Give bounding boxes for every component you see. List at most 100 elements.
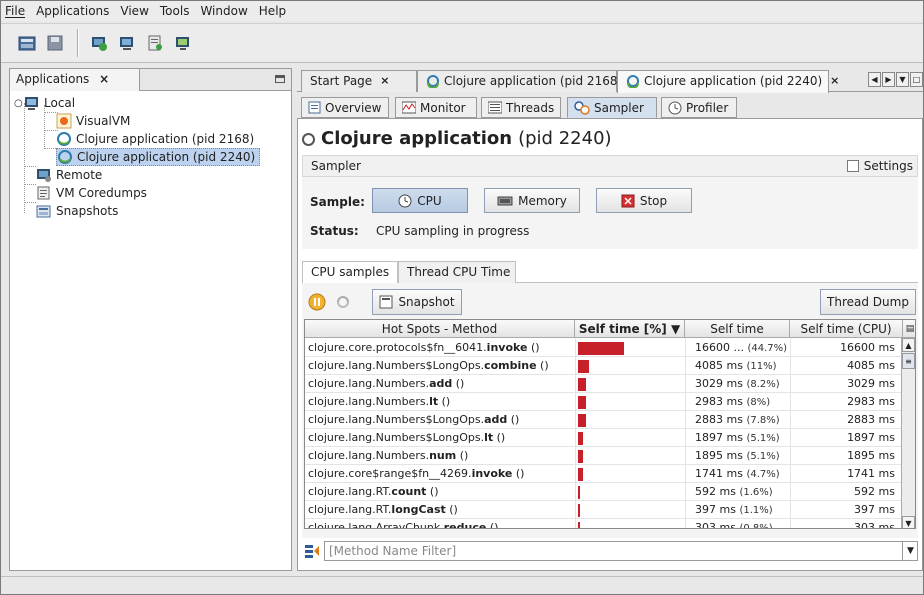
- method-name: clojure.lang.Numbers$LongOps.combine (): [308, 359, 549, 372]
- snapshot-button[interactable]: Snapshot: [372, 289, 462, 315]
- close-icon[interactable]: ×: [380, 74, 389, 87]
- clock-icon: [398, 194, 412, 208]
- refresh-icon[interactable]: [332, 291, 354, 313]
- table-row[interactable]: clojure.lang.ArrayChunk.reduce () 303 ms …: [305, 519, 901, 529]
- column-header-self-time-pct[interactable]: Self time [%] ▼: [575, 320, 685, 338]
- tree-node-visualvm[interactable]: VisualVM: [56, 112, 130, 130]
- tab-navigation: ◀ ▶ ▼ □: [867, 72, 923, 87]
- pause-icon[interactable]: [306, 291, 328, 313]
- thread-dump-button-label: Thread Dump: [827, 295, 909, 309]
- method-name: clojure.lang.Numbers.lt (): [308, 395, 450, 408]
- self-time-cpu-cell: 2883 ms: [847, 413, 895, 426]
- tab-app-2240[interactable]: Clojure application (pid 2240) ×: [617, 70, 839, 93]
- column-chooser-icon[interactable]: ▤: [903, 320, 915, 338]
- table-row[interactable]: clojure.lang.Numbers.add () 3029 ms (8.2%…: [305, 375, 901, 393]
- tree-node-app-2168[interactable]: Clojure application (pid 2168): [56, 130, 254, 148]
- scroll-right-icon[interactable]: ▶: [882, 72, 895, 87]
- tab-overview[interactable]: Overview: [301, 97, 389, 118]
- tree-node-remote[interactable]: Remote: [36, 166, 102, 184]
- add-vm-coredump-icon[interactable]: [143, 31, 167, 55]
- tree-node-coredumps[interactable]: VM Coredumps: [36, 184, 147, 202]
- method-function: count: [391, 485, 427, 498]
- tree-guide: [24, 202, 36, 203]
- tab-app-2168[interactable]: Clojure application (pid 2168) ×: [417, 70, 639, 92]
- menu-help[interactable]: Help: [259, 4, 286, 18]
- coredump-icon: [36, 185, 52, 201]
- document-area: Start Page × Clojure application (pid 21…: [297, 68, 923, 571]
- column-header-self-time[interactable]: Self time: [685, 320, 790, 338]
- profiler-icon: [668, 101, 682, 115]
- minimize-icon[interactable]: [275, 75, 285, 83]
- tab-start-page[interactable]: Start Page ×: [301, 70, 417, 92]
- method-function: combine: [484, 359, 537, 372]
- table-row[interactable]: clojure.lang.Numbers.lt () 2983 ms (8%) 29…: [305, 393, 901, 411]
- table-row[interactable]: clojure.lang.Numbers$LongOps.combine () 4…: [305, 357, 901, 375]
- self-time-bar: [578, 342, 624, 355]
- table-scrollbar[interactable]: ▲ ≡ ▼: [901, 338, 915, 528]
- tab-label: Monitor: [420, 100, 466, 115]
- add-remote-host-icon[interactable]: [115, 31, 139, 55]
- column-header-method[interactable]: Hot Spots - Method: [305, 320, 575, 338]
- scroll-down-icon[interactable]: ▼: [902, 516, 915, 528]
- load-snapshot-icon[interactable]: [15, 31, 39, 55]
- self-time-cpu-cell: 3029 ms: [847, 377, 895, 390]
- view-tabs: Overview Monitor Threads Sampler Profile…: [297, 97, 923, 119]
- scroll-thumb[interactable]: ≡: [902, 353, 915, 369]
- maximize-icon[interactable]: □: [910, 72, 923, 87]
- method-args: (): [486, 521, 499, 529]
- method-args: (): [426, 485, 439, 498]
- applications-tab[interactable]: Applications ×: [10, 69, 140, 91]
- self-time-cell: 397 ms (1.1%): [695, 503, 773, 516]
- close-icon[interactable]: ×: [99, 72, 109, 86]
- table-row[interactable]: clojure.core.protocols$fn__6041.invoke (…: [305, 339, 901, 357]
- tree-node-snapshots[interactable]: Snapshots: [36, 202, 118, 220]
- self-time-value: 592 ms: [695, 485, 736, 498]
- application-icon: [426, 74, 440, 88]
- method-args: (): [438, 395, 451, 408]
- tree-node-local[interactable]: ○ Local: [14, 94, 75, 112]
- tab-thread-cpu-time[interactable]: Thread CPU Time: [398, 261, 516, 283]
- table-row[interactable]: clojure.core$range$fn__4269.invoke () 174…: [305, 465, 901, 483]
- table-row[interactable]: clojure.lang.RT.count () 592 ms (1.6%) 592…: [305, 483, 901, 501]
- table-row[interactable]: clojure.lang.Numbers$LongOps.add () 2883 …: [305, 411, 901, 429]
- tab-sampler[interactable]: Sampler: [567, 97, 657, 118]
- filter-dropdown-icon[interactable]: ▼: [902, 541, 918, 561]
- tree-guide: [24, 166, 36, 167]
- tree-guide: [24, 184, 36, 185]
- tab-threads[interactable]: Threads: [481, 97, 561, 118]
- menu-window[interactable]: Window: [200, 4, 247, 18]
- table-row[interactable]: clojure.lang.RT.longCast () 397 ms (1.1%)…: [305, 501, 901, 519]
- memory-button[interactable]: Memory: [484, 188, 580, 213]
- tab-label: Overview: [325, 100, 382, 115]
- table-row[interactable]: clojure.lang.Numbers.num () 1895 ms (5.1%…: [305, 447, 901, 465]
- menu-applications[interactable]: Applications: [36, 4, 109, 18]
- self-time-cell: 16600 ... (44.7%): [695, 341, 787, 354]
- menu-view[interactable]: View: [120, 4, 148, 18]
- menu-file[interactable]: File: [5, 4, 25, 18]
- table-row[interactable]: clojure.lang.Numbers$LongOps.lt () 1897 m…: [305, 429, 901, 447]
- tab-profiler[interactable]: Profiler: [661, 97, 737, 118]
- save-icon[interactable]: [43, 31, 67, 55]
- cpu-button[interactable]: CPU: [372, 188, 468, 213]
- thread-dump-button[interactable]: Thread Dump: [820, 289, 916, 315]
- menu-tools[interactable]: Tools: [160, 4, 190, 18]
- tab-monitor[interactable]: Monitor: [395, 97, 477, 118]
- tab-list-icon[interactable]: ▼: [896, 72, 909, 87]
- stop-button[interactable]: Stop: [596, 188, 692, 213]
- add-snapshot-icon[interactable]: [171, 31, 195, 55]
- settings-toggle[interactable]: Settings: [846, 159, 913, 173]
- self-time-value: 1897 ms: [695, 431, 743, 444]
- scroll-up-icon[interactable]: ▲: [902, 338, 915, 352]
- tree-node-label: Local: [44, 96, 76, 110]
- settings-checkbox[interactable]: [846, 160, 859, 172]
- tree-node-app-2240[interactable]: Clojure application (pid 2240): [56, 148, 261, 166]
- collapse-icon[interactable]: ○: [14, 98, 24, 109]
- self-time-value: 1895 ms: [695, 449, 743, 462]
- method-filter-input[interactable]: [Method Name Filter]: [324, 541, 918, 561]
- add-jmx-connection-icon[interactable]: [87, 31, 111, 55]
- scroll-left-icon[interactable]: ◀: [868, 72, 881, 87]
- close-icon[interactable]: ×: [830, 74, 839, 87]
- tab-cpu-samples[interactable]: CPU samples: [302, 261, 398, 283]
- column-header-self-time-cpu[interactable]: Self time (CPU): [790, 320, 903, 338]
- method-name: clojure.core.protocols$fn__6041.invoke (…: [308, 341, 540, 354]
